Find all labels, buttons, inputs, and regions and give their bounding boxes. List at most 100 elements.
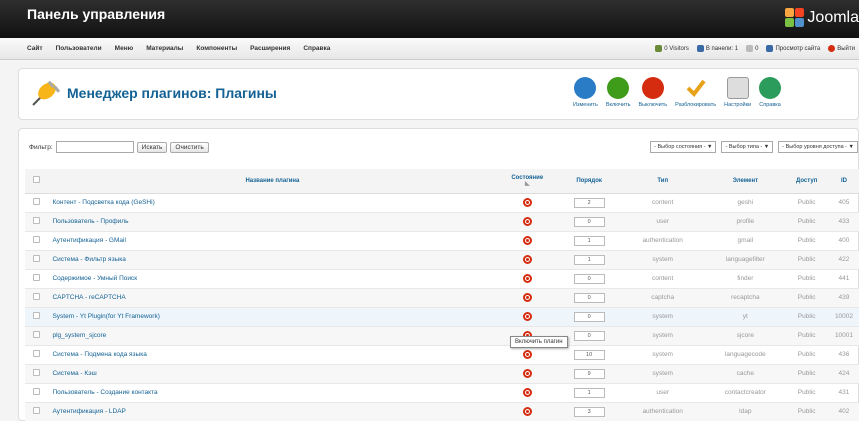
logout-link[interactable]: Выйти (828, 45, 855, 52)
plugin-name-link[interactable]: Система - Подмена кода языка (48, 345, 497, 365)
checkin-button[interactable]: Разблокировать (675, 77, 716, 108)
enable-button[interactable]: Включить (606, 77, 631, 108)
order-input[interactable]: 10 (573, 349, 605, 360)
disabled-status-icon[interactable] (522, 293, 532, 302)
plugin-access: Public (785, 193, 828, 213)
order-input[interactable]: 1 (573, 387, 605, 398)
order-input[interactable]: 0 (573, 216, 605, 227)
menu-item-extensions[interactable]: Расширения (250, 45, 290, 52)
type-select[interactable]: - Выбор типа - ▼ (721, 141, 774, 153)
menu-item-menus[interactable]: Меню (115, 45, 134, 52)
logout-icon (828, 45, 836, 52)
filter-search-input[interactable] (55, 141, 134, 153)
table-row: Аутентификация - GMail 1 authentication gma… (25, 231, 859, 251)
edit-button[interactable]: Изменить (573, 77, 598, 108)
column-order[interactable]: Порядок (558, 169, 621, 194)
disable-button[interactable]: Выключить (639, 77, 667, 108)
search-button[interactable]: Искать (136, 141, 168, 153)
disabled-status-icon[interactable] (522, 217, 532, 226)
plugin-name-link[interactable]: Аутентификация - LDAP (48, 402, 497, 421)
disabled-status-icon[interactable] (522, 198, 532, 207)
plugin-name-link[interactable]: Пользователь - Создание контакта (48, 383, 497, 403)
clear-button[interactable]: Очистить (170, 141, 209, 153)
row-checkbox[interactable] (33, 198, 41, 205)
plugin-name-link[interactable]: Аутентификация - GMail (48, 231, 497, 251)
row-checkbox[interactable] (33, 274, 41, 281)
plugin-type: content (620, 193, 706, 213)
plugin-access: Public (785, 269, 828, 289)
row-checkbox[interactable] (33, 293, 41, 300)
plugin-id: 436 (827, 345, 859, 365)
disabled-status-icon[interactable] (522, 369, 532, 378)
disabled-status-icon[interactable] (522, 255, 532, 264)
plugins-panel: Фильтр: Искать Очистить - Выбор состояни… (18, 128, 859, 421)
messages-status[interactable]: 0 (746, 45, 758, 52)
plugin-name-link[interactable]: CAPTCHA - reCAPTCHA (48, 288, 497, 308)
joomla-logo[interactable]: Joomla (785, 8, 859, 28)
plugin-access: Public (785, 345, 828, 365)
menu-item-users[interactable]: Пользователи (56, 45, 102, 52)
plugin-type: authentication (620, 231, 706, 251)
order-input[interactable]: 0 (573, 292, 605, 303)
access-select[interactable]: - Выбор уровня доступа - ▼ (778, 141, 858, 153)
plugin-type: system (620, 250, 706, 270)
order-input[interactable]: 1 (573, 235, 605, 246)
plugin-access: Public (785, 364, 828, 384)
order-input[interactable]: 3 (573, 406, 605, 417)
row-checkbox[interactable] (33, 236, 41, 243)
plugin-type: system (620, 364, 706, 384)
order-input[interactable]: 1 (573, 254, 605, 265)
column-type[interactable]: Тип (620, 169, 706, 194)
help-button[interactable]: Справка (759, 77, 782, 108)
column-access[interactable]: Доступ (785, 169, 828, 194)
options-button[interactable]: Настройки (724, 77, 751, 108)
order-input[interactable]: 0 (573, 330, 605, 341)
plugin-element: gmail (705, 231, 786, 251)
preview-site-link[interactable]: Просмотр сайта (766, 45, 820, 52)
row-checkbox[interactable] (33, 350, 41, 357)
menu-item-help[interactable]: Справка (303, 45, 330, 52)
disabled-status-icon[interactable] (522, 312, 532, 321)
order-input[interactable]: 0 (573, 273, 605, 284)
menu-bar: Сайт Пользователи Меню Материалы Компоне… (0, 38, 859, 60)
row-checkbox[interactable] (33, 331, 41, 338)
row-checkbox[interactable] (33, 369, 41, 376)
menu-item-site[interactable]: Сайт (27, 45, 43, 52)
order-input[interactable]: 0 (573, 311, 605, 322)
plugin-id: 405 (827, 193, 859, 213)
plugin-name-link[interactable]: Система - Кэш (48, 364, 497, 384)
column-state[interactable]: Состояние ◣ (496, 169, 559, 194)
row-checkbox[interactable] (33, 255, 41, 262)
plugin-access: Public (785, 402, 828, 421)
column-id[interactable]: ID (827, 169, 859, 194)
row-checkbox[interactable] (33, 407, 41, 414)
disabled-status-icon[interactable] (522, 350, 532, 359)
plugin-access: Public (785, 231, 828, 251)
row-checkbox[interactable] (33, 217, 41, 224)
row-checkbox[interactable] (33, 312, 41, 319)
select-all-checkbox[interactable] (33, 176, 41, 184)
table-header-row: Название плагина Состояние ◣ Порядок Тип … (25, 169, 859, 194)
header-title: Панель управления (27, 6, 166, 22)
column-name[interactable]: Название плагина (48, 169, 497, 194)
menu-item-content[interactable]: Материалы (146, 45, 183, 52)
disabled-status-icon[interactable] (522, 407, 532, 416)
plugin-name-link[interactable]: System - Yt Plugin(for Yt Framework) (48, 307, 497, 327)
disabled-status-icon[interactable] (522, 236, 532, 245)
plugin-name-link[interactable]: Система - Фильтр языка (48, 250, 497, 270)
plugin-name-link[interactable]: Контент - Подсветка кода (GeSHi) (48, 193, 497, 213)
order-input[interactable]: 2 (573, 197, 605, 208)
plugin-name-link[interactable]: plg_system_sjcore (48, 326, 497, 346)
menu-item-components[interactable]: Компоненты (196, 45, 237, 52)
column-element[interactable]: Элемент (705, 169, 786, 194)
state-select[interactable]: - Выбор состояния - ▼ (650, 141, 717, 153)
disabled-status-icon[interactable] (522, 388, 532, 397)
plugin-element: geshi (705, 193, 786, 213)
plugin-name-link[interactable]: Содержимое - Умный Поиск (48, 269, 497, 289)
row-checkbox[interactable] (33, 388, 41, 395)
plugin-icon (32, 80, 61, 106)
disabled-status-icon[interactable] (522, 274, 532, 283)
plugin-name-link[interactable]: Пользователь - Профиль (48, 212, 497, 232)
order-input[interactable]: 9 (573, 368, 605, 379)
plugin-type: system (620, 345, 706, 365)
